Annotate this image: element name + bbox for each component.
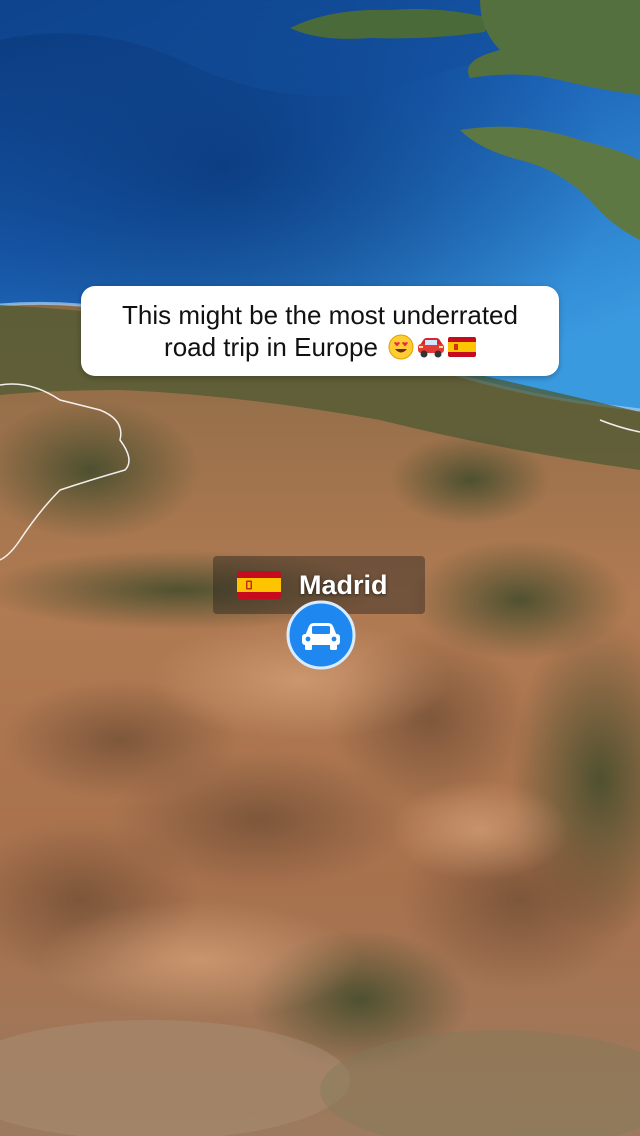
spain-flag-emoji-icon xyxy=(447,337,476,357)
caption-line-2: road trip in Europe xyxy=(164,332,378,362)
caption-card: This might be the most underrated road t… xyxy=(81,286,559,376)
red-car-emoji-icon xyxy=(417,338,444,358)
caption-line-1: This might be the most underrated xyxy=(122,300,518,330)
city-name: Madrid xyxy=(299,569,388,600)
caption-line-2-row: road trip in Europe xyxy=(164,331,476,363)
heart-eyes-emoji-icon xyxy=(388,334,414,360)
caption-emojis xyxy=(388,334,476,360)
spain-flag-icon xyxy=(237,571,281,599)
car-location-marker[interactable] xyxy=(286,600,356,670)
